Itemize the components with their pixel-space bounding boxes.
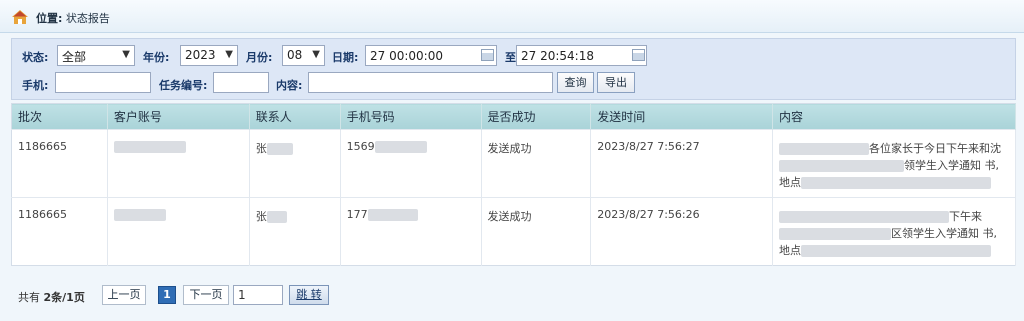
content-line-2: 区领学生入学通知 书,	[779, 225, 1009, 242]
calendar-icon[interactable]	[481, 49, 494, 61]
redacted-text	[779, 211, 950, 223]
home-icon[interactable]	[12, 10, 28, 24]
query-button[interactable]: 查询	[557, 72, 594, 93]
content-text: 地点	[779, 176, 802, 189]
account-cell	[107, 197, 250, 266]
col-success[interactable]: 是否成功	[481, 103, 592, 130]
batch-cell: 1186665	[11, 197, 108, 266]
content-line-3: 地点	[779, 174, 1009, 191]
phone-text: 1569	[346, 140, 375, 153]
contact-cell: 张	[249, 197, 341, 266]
calendar-icon[interactable]	[632, 49, 645, 61]
status-label: 状态:	[22, 51, 49, 64]
contact-cell: 张	[249, 129, 341, 198]
table-header-row: 批次 客户账号 联系人 手机号码 是否成功 发送时间 内容	[11, 103, 1016, 130]
success-cell: 发送成功	[481, 129, 592, 198]
phone-cell: 177	[340, 197, 482, 266]
breadcrumb-bar: 位置: 状态报告	[0, 0, 1024, 33]
redacted-phone	[374, 141, 427, 153]
redacted-phone	[367, 209, 418, 221]
content-cell: 各位家长于今日下午来和沈 领学生入学通知 书, 地点	[772, 129, 1016, 198]
phone-cell: 1569	[340, 129, 482, 198]
col-phone[interactable]: 手机号码	[340, 103, 482, 130]
next-page-button[interactable]: 下一页	[183, 285, 229, 305]
total-value: 2条/1页	[43, 291, 85, 304]
page-number-input[interactable]: 1	[233, 285, 283, 305]
redacted-account	[113, 209, 166, 221]
content-text: 地点	[779, 244, 802, 257]
message-content: 各位家长于今日下午来和沈 领学生入学通知 书, 地点	[779, 140, 1009, 191]
success-cell: 发送成功	[481, 197, 592, 266]
month-select[interactable]: 08 ▼	[282, 45, 325, 66]
redacted-text	[779, 228, 892, 240]
redacted-contact	[266, 143, 293, 155]
table-row[interactable]: 1186665 张 1569 发送成功 2023/8/27 7:56:27 各位…	[11, 129, 1016, 198]
chevron-down-icon: ▼	[122, 49, 130, 60]
content-text: 下午来	[949, 210, 983, 223]
content-cell: 下午来 区领学生入学通知 书, 地点	[772, 197, 1016, 266]
month-select-value: 08	[287, 48, 303, 62]
breadcrumb: 位置: 状态报告	[36, 10, 110, 26]
content-line-3: 地点	[779, 242, 1009, 259]
col-content[interactable]: 内容	[772, 103, 1016, 130]
content-input[interactable]	[308, 72, 553, 93]
batch-cell: 1186665	[11, 129, 108, 198]
year-select-value: 2023	[185, 48, 216, 62]
phone-text: 177	[346, 208, 368, 221]
date-from-input[interactable]: 27 00:00:00	[365, 45, 497, 66]
col-batch[interactable]: 批次	[11, 103, 108, 130]
col-time[interactable]: 发送时间	[590, 103, 774, 130]
current-page[interactable]: 1	[158, 286, 176, 304]
table-row[interactable]: 1186665 张 177 发送成功 2023/8/27 7:56:26 下午来…	[11, 197, 1016, 266]
time-cell: 2023/8/27 7:56:26	[590, 197, 774, 266]
date-to-input[interactable]: 27 20:54:18	[516, 45, 647, 66]
contact-text: 张	[255, 142, 267, 155]
phone-input[interactable]	[55, 72, 151, 93]
chevron-down-icon: ▼	[312, 49, 320, 60]
export-button[interactable]: 导出	[597, 72, 635, 93]
pagination-total: 共有 2条/1页	[18, 289, 85, 305]
content-line-1: 下午来	[779, 208, 1009, 225]
content-text: 区领学生入学通知 书,	[891, 227, 998, 240]
year-label: 年份:	[143, 51, 170, 64]
content-text: 各位家长于今日下午来和沈	[869, 142, 1002, 155]
results-table: 批次 客户账号 联系人 手机号码 是否成功 发送时间 内容 1186665 张 …	[11, 103, 1016, 266]
redacted-contact	[266, 211, 287, 223]
task-input[interactable]	[213, 72, 269, 93]
content-line-2: 领学生入学通知 书,	[779, 157, 1009, 174]
month-label: 月份:	[246, 51, 273, 64]
date-label: 日期:	[332, 51, 359, 64]
breadcrumb-location-label: 位置:	[36, 12, 63, 25]
total-prefix: 共有	[18, 291, 40, 304]
redacted-text	[801, 177, 992, 189]
account-cell	[107, 129, 250, 198]
message-content: 下午来 区领学生入学通知 书, 地点	[779, 208, 1009, 259]
year-select[interactable]: 2023 ▼	[180, 45, 238, 66]
redacted-account	[113, 141, 186, 153]
content-label: 内容:	[276, 79, 303, 92]
col-contact[interactable]: 联系人	[249, 103, 341, 130]
redacted-text	[801, 245, 992, 257]
contact-text: 张	[255, 210, 267, 223]
phone-label: 手机:	[22, 79, 49, 92]
filter-panel: 状态: 全部 ▼ 年份: 2023 ▼ 月份: 08 ▼ 日期: 27 00:00:0…	[11, 38, 1016, 100]
content-text: 领学生入学通知 书,	[904, 159, 1000, 172]
status-select[interactable]: 全部 ▼	[57, 45, 135, 66]
chevron-down-icon: ▼	[225, 49, 233, 60]
col-account[interactable]: 客户账号	[107, 103, 250, 130]
redacted-text	[779, 143, 870, 155]
breadcrumb-page: 状态报告	[65, 12, 110, 25]
date-to-label: 至	[505, 51, 516, 64]
time-cell: 2023/8/27 7:56:27	[590, 129, 774, 198]
status-select-value: 全部	[62, 50, 87, 64]
task-label: 任务编号:	[159, 79, 208, 92]
content-line-1: 各位家长于今日下午来和沈	[779, 140, 1009, 157]
jump-button[interactable]: 跳 转	[289, 285, 329, 305]
redacted-text	[779, 160, 905, 172]
prev-page-button[interactable]: 上一页	[102, 285, 146, 305]
